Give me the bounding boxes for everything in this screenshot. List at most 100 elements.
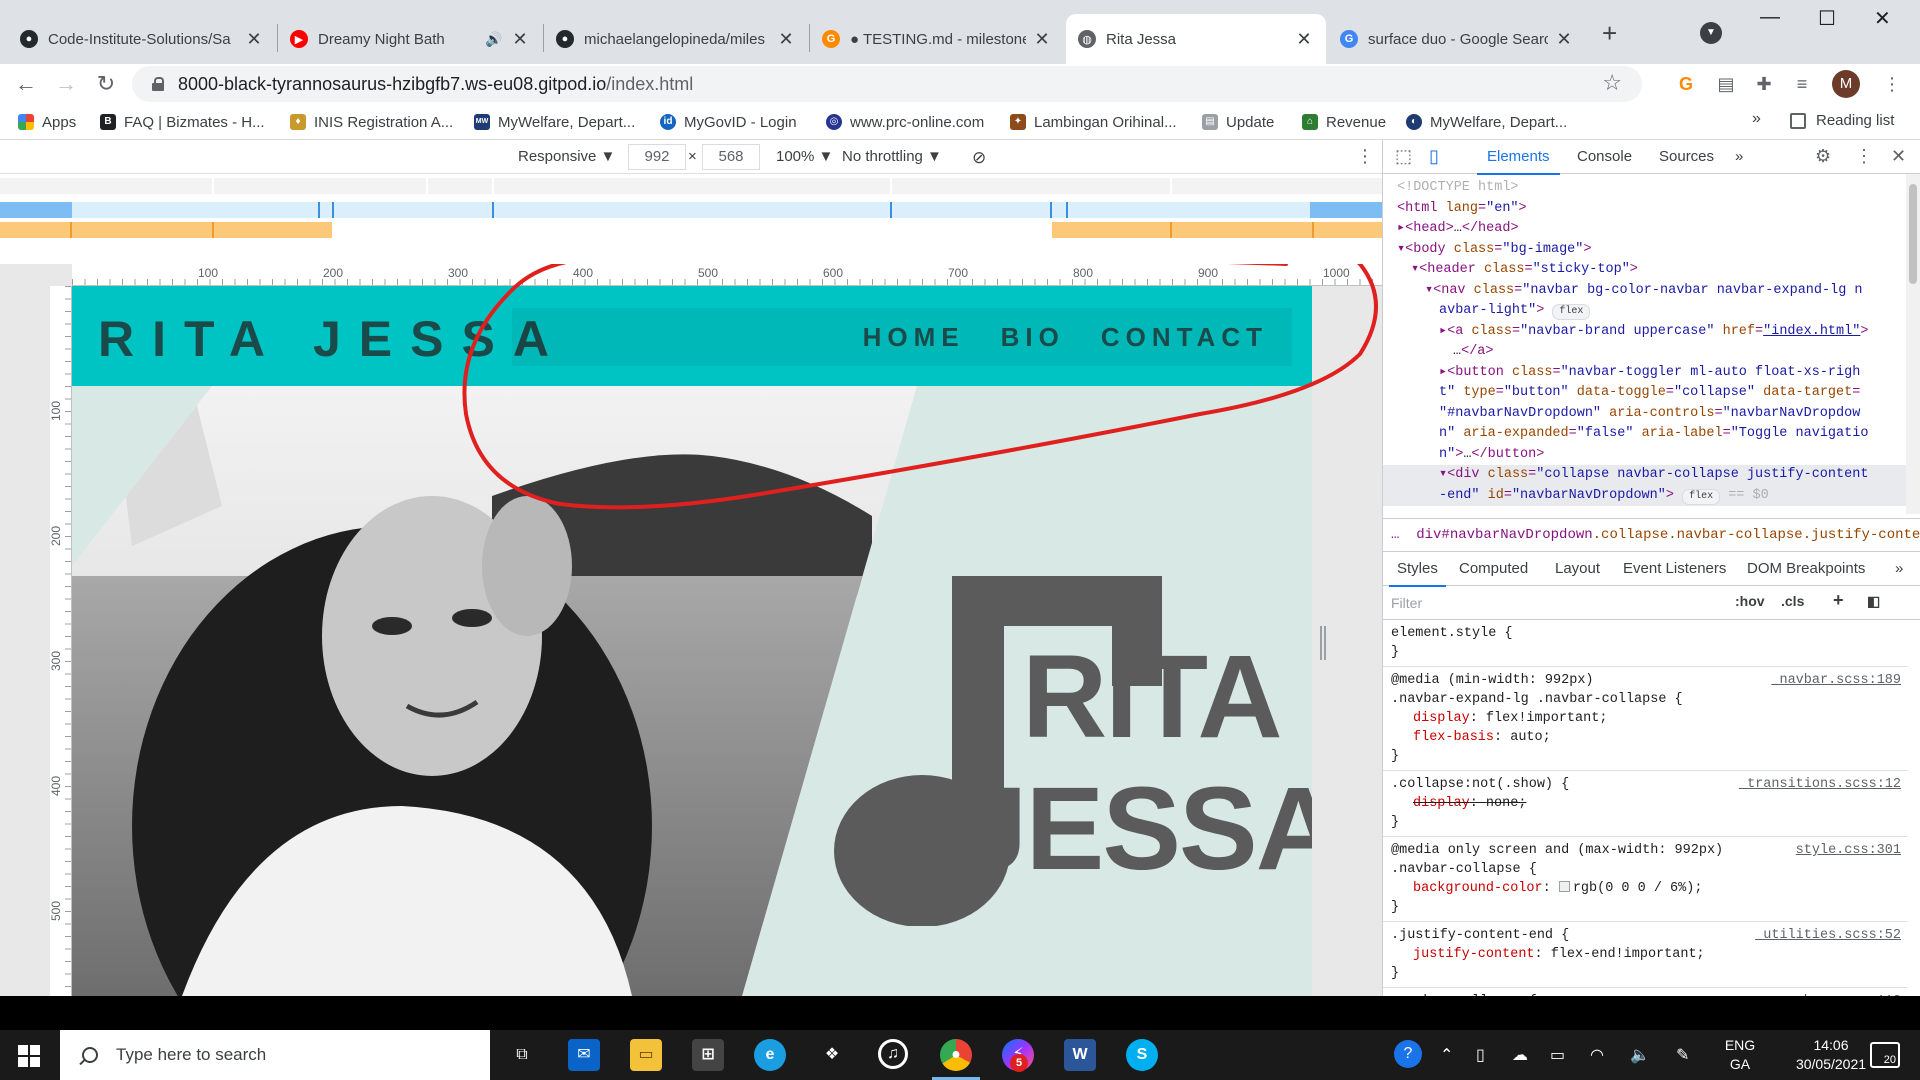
elements-scrollbar[interactable] [1906,174,1920,514]
tab-testing-md[interactable]: G ● TESTING.md - milestones ✕ [810,14,1064,64]
bookmark-apps[interactable]: Apps [18,112,76,132]
mq-segment[interactable] [0,202,72,218]
bookmark-mywelfare-2[interactable]: ◐ MyWelfare, Depart... [1406,112,1567,132]
dom-node[interactable]: n" aria-expanded="false" aria-label="Tog… [1383,424,1907,445]
profile-avatar[interactable]: M [1832,70,1860,98]
taskbar-search-box[interactable]: Type here to search [60,1030,490,1080]
mq-tick[interactable] [212,178,214,194]
help-icon[interactable]: ? [1394,1040,1422,1068]
bookmark-mywelfare[interactable]: MW MyWelfare, Depart... [474,112,635,132]
mq-tick[interactable] [1050,202,1052,218]
more-subtabs-icon[interactable]: » [1895,560,1903,577]
subtab-layout[interactable]: Layout [1555,560,1600,577]
dom-node[interactable]: t" type="button" data-toggle="collapse" … [1383,383,1907,404]
close-icon[interactable]: ✕ [1032,29,1052,50]
dom-node[interactable]: <html lang="en"> [1383,199,1907,220]
breadcrumb-tag[interactable]: div#navbarNavDropdown [1416,527,1592,543]
throttling-select[interactable]: No throttling ▼ [842,148,942,165]
mq-tick[interactable] [212,222,214,238]
css-rule[interactable]: element.style { } [1383,620,1907,667]
close-icon[interactable]: ✕ [776,29,796,50]
reading-list-button[interactable]: Reading list [1790,112,1894,129]
word-icon[interactable]: W [1064,1039,1096,1071]
bookmarks-overflow-icon[interactable]: » [1752,110,1761,128]
device-mode-select[interactable]: Responsive ▼ [518,148,615,165]
mq-tick[interactable] [332,202,334,218]
mail-icon[interactable]: ✉ [568,1039,600,1071]
class-toggle[interactable]: .cls [1781,593,1804,609]
styles-filter-input[interactable]: Filter [1391,592,1721,614]
dom-breadcrumb[interactable]: … div#navbarNavDropdown.collapse.navbar-… [1383,518,1920,552]
tab-search-icon[interactable]: ▼ [1700,22,1722,44]
close-icon[interactable]: ✕ [1554,29,1574,50]
mq-tick[interactable] [1066,202,1068,218]
back-arrow-icon[interactable]: ← [10,68,42,100]
close-icon[interactable]: ✕ [510,29,530,50]
mq-segment[interactable] [0,222,332,238]
dom-node[interactable]: "#navbarNavDropdown" aria-controls="navb… [1383,404,1907,425]
viewport-height-input[interactable]: 568 [702,144,760,170]
mq-tick[interactable] [1170,178,1172,194]
mq-tick[interactable] [70,222,72,238]
mq-tick[interactable] [426,178,428,194]
css-rule[interactable]: style.css:301 @media only screen and (ma… [1383,837,1907,922]
mq-segment[interactable] [1052,222,1382,238]
dom-node-selected[interactable]: ▾<div class="collapse navbar-collapse ju… [1383,465,1907,486]
new-rule-icon[interactable]: + [1833,590,1844,611]
bookmark-star-icon[interactable]: ☆ [1602,70,1622,96]
language-indicator[interactable]: ENG GA [1720,1036,1760,1074]
edge-icon[interactable]: e [754,1039,786,1071]
tray-device-icon[interactable]: ▯ [1476,1045,1485,1065]
volume-icon[interactable]: 🔈 [1630,1045,1650,1065]
settings-gear-icon[interactable]: ⚙ [1815,146,1831,167]
viewport-width-input[interactable]: 992 [628,144,686,170]
mq-tick[interactable] [890,178,892,194]
hover-state-toggle[interactable]: :hov [1735,593,1765,609]
battery-icon[interactable]: ▭ [1550,1045,1565,1065]
extension-icon-2[interactable]: ▤ [1714,72,1738,96]
tab-console[interactable]: Console [1577,148,1632,165]
tray-expand-icon[interactable]: ⌃ [1440,1045,1453,1065]
css-rule[interactable]: _utilities.scss:52 .justify-content-end … [1383,922,1907,988]
breadcrumb-more[interactable]: … [1391,527,1399,543]
mq-tick[interactable] [1312,222,1314,238]
navbar-brand[interactable]: RITA JESSA [98,310,567,368]
tab-rita-jessa[interactable]: ◍ Rita Jessa ✕ [1066,14,1326,64]
inspect-element-icon[interactable]: ⬚ [1395,146,1412,167]
subtab-computed[interactable]: Computed [1459,560,1528,577]
tab-code-institute[interactable]: ● Code-Institute-Solutions/Sa ✕ [8,14,276,64]
reload-icon[interactable]: ↻ [90,68,122,100]
maximize-icon[interactable]: ☐ [1818,6,1836,31]
bookmark-revenue[interactable]: ⌂ Revenue [1302,112,1386,132]
file-explorer-icon[interactable]: ▭ [630,1039,662,1071]
bookmark-mygovid[interactable]: id MyGovID - Login [660,112,797,132]
tab-sources[interactable]: Sources [1659,148,1714,165]
gitpod-extension-icon[interactable]: G [1674,72,1698,96]
dom-node[interactable]: ▸<head>…</head> [1383,219,1907,240]
chrome-icon[interactable]: ● [932,1039,980,1080]
bookmark-lambingan[interactable]: ✦ Lambingan Orihinal... [1010,112,1177,132]
more-tabs-icon[interactable]: » [1735,148,1743,165]
mq-tick[interactable] [1170,222,1172,238]
subtab-event-listeners[interactable]: Event Listeners [1623,560,1726,577]
task-view-icon[interactable]: ⧉ [506,1039,538,1071]
close-icon[interactable]: ✕ [1294,29,1314,50]
devtools-menu-icon[interactable]: ⋮ [1855,146,1873,167]
browser-menu-icon[interactable]: ⋮ [1880,72,1904,96]
tab-milestones-github[interactable]: ● michaelangelopineda/miles ✕ [544,14,808,64]
media-control-icon[interactable]: ≡ [1790,72,1814,96]
dom-node[interactable]: ▾<nav class="navbar bg-color-navbar navb… [1383,281,1907,302]
mq-tick[interactable] [492,178,494,194]
close-window-icon[interactable]: ✕ [1874,6,1891,31]
puzzle-extensions-icon[interactable]: ✚ [1752,72,1776,96]
dropbox-icon[interactable]: ❖ [816,1039,848,1071]
css-rule[interactable]: _navbar.scss:112 .navbar-collapse { [1383,988,1907,996]
dom-node[interactable]: n">…</button> [1383,445,1907,466]
speaker-icon[interactable]: 🔊 [484,31,504,48]
windows-start-icon[interactable] [18,1045,40,1067]
nav-home-link[interactable]: HOME [863,322,965,353]
subtab-dom-breakpoints[interactable]: DOM Breakpoints [1747,560,1865,577]
device-toggle-icon[interactable]: ▯ [1429,146,1439,167]
subtab-styles[interactable]: Styles [1389,560,1446,587]
close-devtools-icon[interactable]: ✕ [1891,146,1906,167]
